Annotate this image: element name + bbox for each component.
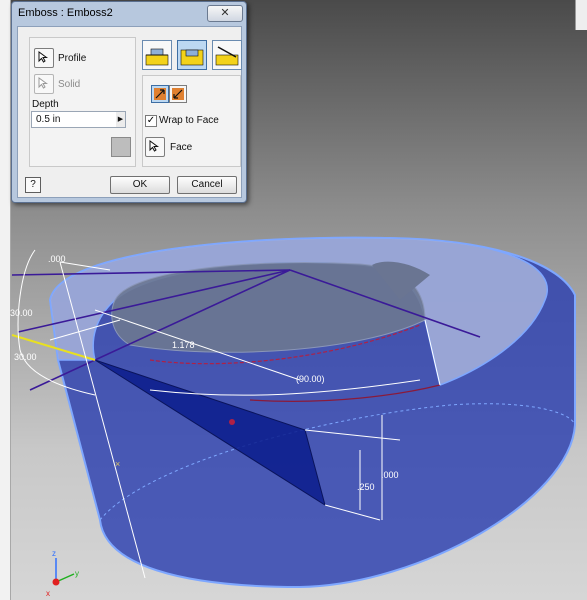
- help-icon: ?: [30, 179, 36, 190]
- solid-select-button[interactable]: [34, 74, 54, 94]
- direction-flip-1-icon: [154, 88, 166, 100]
- close-icon: ✕: [220, 7, 230, 19]
- view-triad-icon[interactable]: z y x: [46, 549, 79, 598]
- ok-button[interactable]: OK: [110, 176, 170, 194]
- dim-length[interactable]: 1.178: [172, 340, 195, 350]
- engrave-from-face-icon: [180, 49, 204, 66]
- cancel-button[interactable]: Cancel: [177, 176, 237, 194]
- svg-text:x: x: [46, 589, 50, 598]
- dim-height[interactable]: .250: [357, 482, 375, 492]
- profile-select-button[interactable]: [34, 48, 54, 68]
- sketch-center-point: [229, 419, 235, 425]
- wrap-to-face-label: Wrap to Face: [159, 115, 219, 126]
- depth-dropdown-arrow[interactable]: ▶: [116, 111, 126, 128]
- emboss-dialog: Emboss : Emboss2 ✕ Profile Solid Depth 0…: [11, 1, 247, 203]
- svg-text:y: y: [75, 569, 79, 578]
- dialog-title: Emboss : Emboss2: [18, 7, 113, 19]
- direction-2-button[interactable]: [169, 85, 187, 103]
- depth-input[interactable]: 0.5 in: [31, 111, 118, 128]
- face-label: Face: [170, 142, 193, 153]
- dim-angle-1[interactable]: 30.00: [10, 308, 33, 318]
- depth-label: Depth: [32, 99, 59, 110]
- emboss-engrave-from-plane-button[interactable]: [212, 40, 242, 70]
- engrave-from-face-button[interactable]: [177, 40, 207, 70]
- close-button[interactable]: ✕: [207, 5, 243, 22]
- select-arrow-icon: [149, 140, 160, 152]
- checkmark-icon: ✓: [146, 115, 156, 126]
- emboss-from-face-button[interactable]: [142, 40, 172, 70]
- dialog-client: Profile Solid Depth 0.5 in ▶ ✓ Wrap to F…: [17, 26, 242, 198]
- dim-offset[interactable]: .000: [381, 470, 399, 480]
- construction-point-marker: ×: [115, 459, 120, 469]
- top-face-color-button[interactable]: [111, 137, 131, 157]
- select-arrow-icon: [38, 51, 49, 63]
- wrap-to-face-checkbox[interactable]: ✓: [145, 115, 157, 127]
- svg-text:z: z: [52, 549, 56, 558]
- emboss-engrave-from-plane-icon: [215, 46, 239, 66]
- dim-angle-90[interactable]: (90.00): [296, 374, 325, 384]
- dim-top[interactable]: .000: [48, 254, 66, 264]
- select-arrow-icon: [38, 77, 49, 89]
- depth-value: 0.5 in: [36, 114, 61, 125]
- profile-label: Profile: [58, 53, 87, 64]
- dialog-titlebar[interactable]: Emboss : Emboss2 ✕: [12, 2, 246, 24]
- emboss-from-face-icon: [145, 48, 169, 66]
- direction-1-button[interactable]: [151, 85, 169, 103]
- dim-angle-2[interactable]: 30.00: [14, 352, 37, 362]
- solid-label: Solid: [58, 79, 81, 90]
- direction-flip-2-icon: [172, 88, 184, 100]
- face-select-button[interactable]: [145, 137, 165, 157]
- help-button[interactable]: ?: [25, 177, 41, 193]
